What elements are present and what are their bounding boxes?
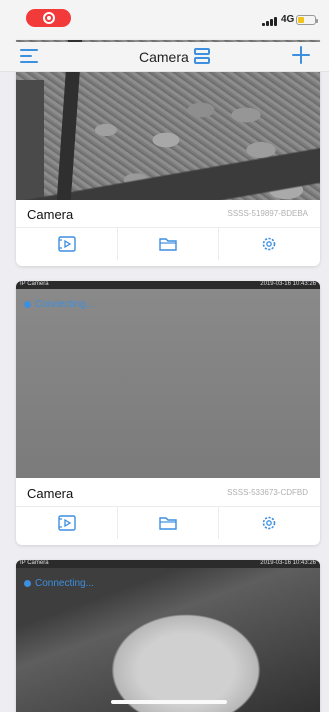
add-icon[interactable] [292,46,310,64]
status-dot-icon [24,579,31,587]
settings-button[interactable] [218,228,319,260]
camera-actions [16,228,320,260]
feed-overlay-label: IP Camera [20,560,49,566]
camera-card: IP Camera 2019-03-16 10:43:26 Connecting… [16,560,320,712]
connection-status: Connecting... [24,299,94,310]
camera-id: SSSS-533673-CDFBD [227,488,308,497]
playback-icon [57,236,76,252]
playback-button[interactable] [16,228,117,260]
camera-card: Camera SSSS-519897-BDEBA [16,40,320,266]
feed-overlay-timestamp: 2019-03-16 10:43:26 [260,560,316,566]
camera-name: Camera [27,207,74,222]
connection-status: Connecting... [24,578,94,589]
camera-name: Camera [27,486,74,501]
camera-actions [16,507,320,539]
camera-feed[interactable]: IP Camera 2019-03-16 10:43:26 Connecting… [16,281,320,478]
network-type: 4G [281,14,295,25]
playback-button[interactable] [16,507,117,539]
camera-list-screen: 4G Camera Camera SSSS-519897-BDEBA IP Ca… [0,0,329,712]
battery-icon [296,15,318,25]
playback-icon [57,515,76,531]
connection-status-text: Connecting... [35,299,94,310]
folder-button[interactable] [117,507,218,539]
status-bar: 4G [0,0,329,42]
camera-info-row: Camera SSSS-519897-BDEBA [16,198,320,228]
camera-id: SSSS-519897-BDEBA [227,209,309,218]
screen-record-indicator[interactable] [26,9,71,27]
screen-record-icon [43,12,55,24]
home-indicator[interactable] [111,700,227,704]
page-title: Camera [139,49,189,65]
navigation-bar: Camera [0,42,329,72]
settings-icon [262,516,276,530]
feed-overlay-label: IP Camera [20,281,49,287]
signal-strength-icon [262,16,278,26]
status-dot-icon [24,300,31,308]
folder-button[interactable] [117,228,218,260]
layout-toggle-icon[interactable] [194,48,210,66]
camera-info-row: Camera SSSS-533673-CDFBD [16,477,320,507]
folder-icon [159,517,177,530]
feed-overlay-timestamp: 2019-03-16 10:43:26 [260,281,316,287]
folder-icon [159,238,177,251]
camera-feed[interactable]: IP Camera 2019-03-16 10:43:26 Connecting… [16,560,320,712]
camera-card: IP Camera 2019-03-16 10:43:26 Connecting… [16,281,320,545]
settings-button[interactable] [218,507,319,539]
connection-status-text: Connecting... [35,578,94,589]
menu-icon[interactable] [20,48,40,64]
settings-icon [262,237,276,251]
